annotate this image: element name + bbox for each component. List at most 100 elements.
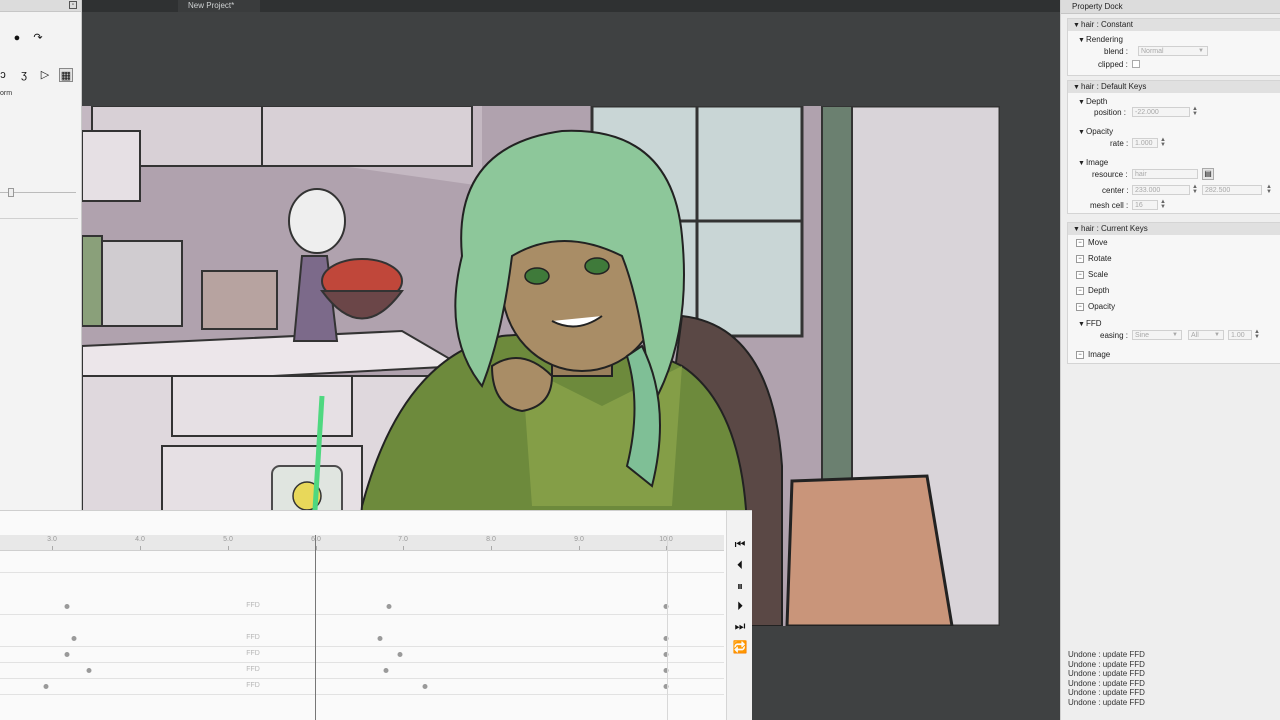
timeline-track[interactable] bbox=[0, 557, 724, 573]
file-browse-icon[interactable]: ▤ bbox=[1202, 168, 1214, 180]
ruler-tick bbox=[140, 546, 141, 550]
mesh-grid-icon[interactable]: ▦ bbox=[59, 68, 73, 82]
default-keys-group-header[interactable]: ▼hair : Default Keys bbox=[1068, 81, 1280, 93]
center-y-field[interactable]: 282.500 bbox=[1202, 185, 1262, 195]
center-x-field[interactable]: 233.000 bbox=[1132, 185, 1190, 195]
tool-row-1: ● ↷ bbox=[10, 31, 45, 45]
easing-amount-field[interactable]: 1.00 bbox=[1228, 330, 1252, 340]
dot-icon[interactable]: ● bbox=[10, 31, 24, 45]
easing-range-select[interactable]: All ▼ bbox=[1188, 330, 1224, 340]
key-scale[interactable]: − Scale bbox=[1076, 269, 1108, 281]
keyframe[interactable] bbox=[422, 684, 428, 689]
opacity-section-header[interactable]: ▼Opacity bbox=[1078, 126, 1113, 138]
rate-field[interactable]: 1.000 bbox=[1132, 138, 1158, 148]
last-frame-button[interactable]: ⏭ bbox=[732, 618, 748, 634]
pause-button[interactable]: ⏸ bbox=[732, 578, 748, 594]
keyframe[interactable] bbox=[64, 604, 70, 609]
opacity-label: Opacity bbox=[1086, 127, 1114, 136]
collapse-triangle-icon[interactable]: ▼ bbox=[1078, 97, 1086, 108]
rate-spinner-icon[interactable]: ▲ ▼ bbox=[1160, 137, 1166, 148]
keyframe[interactable] bbox=[86, 668, 92, 673]
ruler-tick-label: 8.0 bbox=[486, 536, 496, 543]
keyframe[interactable] bbox=[397, 652, 403, 657]
undo-entry[interactable]: Undone : update FFD bbox=[1068, 650, 1145, 660]
rate-label: rate : bbox=[1110, 139, 1129, 148]
position-spinner-icon[interactable]: ▲ ▼ bbox=[1192, 106, 1198, 117]
collapse-triangle-icon[interactable]: ▼ bbox=[1073, 20, 1081, 32]
collapse-minus-icon[interactable]: − bbox=[1076, 254, 1084, 263]
collapse-triangle-icon[interactable]: ▼ bbox=[1078, 127, 1086, 138]
curve-arrow-icon[interactable]: ↷ bbox=[31, 31, 45, 45]
collapse-minus-icon[interactable]: − bbox=[1076, 238, 1084, 247]
current-keys-group-header[interactable]: ▼hair : Current Keys bbox=[1068, 223, 1280, 235]
clipped-label: clipped : bbox=[1098, 60, 1128, 69]
undo-entry[interactable]: Undone : update FFD bbox=[1068, 679, 1145, 689]
timeline-track[interactable]: FFD bbox=[0, 631, 724, 647]
collapse-triangle-icon[interactable]: ▼ bbox=[1073, 82, 1081, 94]
mesh-cell-label: mesh cell : bbox=[1090, 201, 1129, 210]
next-frame-button[interactable]: ⏵ bbox=[732, 598, 748, 614]
bone-icon[interactable]: ʒ bbox=[17, 68, 31, 82]
center-y-spinner-icon[interactable]: ▲ ▼ bbox=[1266, 184, 1272, 195]
key-rotate[interactable]: − Rotate bbox=[1076, 253, 1112, 265]
loop-button[interactable]: 🔁 bbox=[732, 639, 748, 655]
resource-field[interactable]: hair bbox=[1132, 169, 1198, 179]
ffd-section-header[interactable]: ▼FFD bbox=[1078, 318, 1102, 330]
prev-frame-button[interactable]: ⏴ bbox=[732, 557, 748, 573]
timeline-track[interactable]: FFD bbox=[0, 663, 724, 679]
key-scale-label: Scale bbox=[1088, 270, 1109, 279]
default-keys-group-title: hair : Default Keys bbox=[1081, 82, 1147, 91]
key-opacity[interactable]: − Opacity bbox=[1076, 301, 1115, 313]
keyframe[interactable] bbox=[377, 636, 383, 641]
undo-entry[interactable]: Undone : update FFD bbox=[1068, 660, 1145, 670]
undo-entry[interactable]: Undone : update FFD bbox=[1068, 688, 1145, 698]
collapse-minus-icon[interactable]: − bbox=[1076, 270, 1084, 279]
collapse-triangle-icon[interactable]: ▼ bbox=[1078, 319, 1086, 330]
image-label: Image bbox=[1086, 158, 1109, 167]
easing-amount-spinner-icon[interactable]: ▲ ▼ bbox=[1254, 329, 1260, 340]
property-dock: Property Dock ▼hair : Constant ▼Renderin… bbox=[1060, 0, 1280, 720]
ffd-track-label: FFD bbox=[246, 650, 260, 657]
collapse-minus-icon[interactable]: − bbox=[1076, 286, 1084, 295]
transport-controls: ⏮ ⏴ ⏸ ⏵ ⏭ 🔁 bbox=[726, 511, 752, 720]
collapse-triangle-icon[interactable]: ▼ bbox=[1078, 35, 1086, 46]
collapse-minus-icon[interactable]: − bbox=[1076, 350, 1084, 359]
clipped-checkbox[interactable] bbox=[1132, 60, 1140, 68]
lasso-icon[interactable]: ↄ bbox=[0, 68, 10, 82]
document-tab[interactable]: New Project* bbox=[178, 0, 260, 12]
blend-select[interactable]: Normal ▼ bbox=[1138, 46, 1208, 56]
time-ruler[interactable]: 3.04.05.06.07.08.09.010.0 bbox=[0, 535, 724, 551]
timeline-track[interactable]: FFD bbox=[0, 647, 724, 663]
playhead[interactable] bbox=[315, 535, 317, 720]
play-select-icon[interactable]: ▷ bbox=[38, 68, 52, 82]
undo-entry[interactable]: Undone : update FFD bbox=[1068, 669, 1145, 679]
first-frame-button[interactable]: ⏮ bbox=[732, 536, 748, 552]
center-x-spinner-icon[interactable]: ▲ ▼ bbox=[1192, 184, 1198, 195]
key-move[interactable]: − Move bbox=[1076, 237, 1108, 249]
constant-group-header[interactable]: ▼hair : Constant bbox=[1068, 19, 1280, 31]
easing-select[interactable]: Sine ▼ bbox=[1132, 330, 1182, 340]
keyframe[interactable] bbox=[71, 636, 77, 641]
undo-entry[interactable]: Undone : update FFD bbox=[1068, 698, 1145, 708]
key-depth[interactable]: − Depth bbox=[1076, 285, 1109, 297]
mesh-cell-spinner-icon[interactable]: ▲ ▼ bbox=[1160, 199, 1166, 210]
keyframe[interactable] bbox=[383, 668, 389, 673]
keyframe[interactable] bbox=[64, 652, 70, 657]
image-section-header[interactable]: ▼Image bbox=[1078, 157, 1108, 169]
keyframe[interactable] bbox=[386, 604, 392, 609]
timeline-track[interactable]: FFD bbox=[0, 599, 724, 615]
easing-value: Sine bbox=[1135, 332, 1150, 339]
collapse-triangle-icon[interactable]: ▼ bbox=[1078, 158, 1086, 169]
slider-thumb[interactable] bbox=[8, 188, 14, 197]
collapse-triangle-icon[interactable]: ▼ bbox=[1073, 224, 1081, 236]
timeline-track[interactable]: FFD bbox=[0, 679, 724, 695]
float-panel-icon[interactable]: ▫ bbox=[69, 1, 77, 9]
ruler-tick-label: 4.0 bbox=[135, 536, 145, 543]
position-field[interactable]: -22.000 bbox=[1132, 107, 1190, 117]
collapse-minus-icon[interactable]: − bbox=[1076, 302, 1084, 311]
mesh-cell-field[interactable]: 16 bbox=[1132, 200, 1158, 210]
depth-label: Depth bbox=[1086, 97, 1108, 106]
key-image[interactable]: − Image bbox=[1076, 349, 1110, 361]
rendering-section-header[interactable]: ▼Rendering bbox=[1078, 34, 1123, 46]
keyframe[interactable] bbox=[43, 684, 49, 689]
